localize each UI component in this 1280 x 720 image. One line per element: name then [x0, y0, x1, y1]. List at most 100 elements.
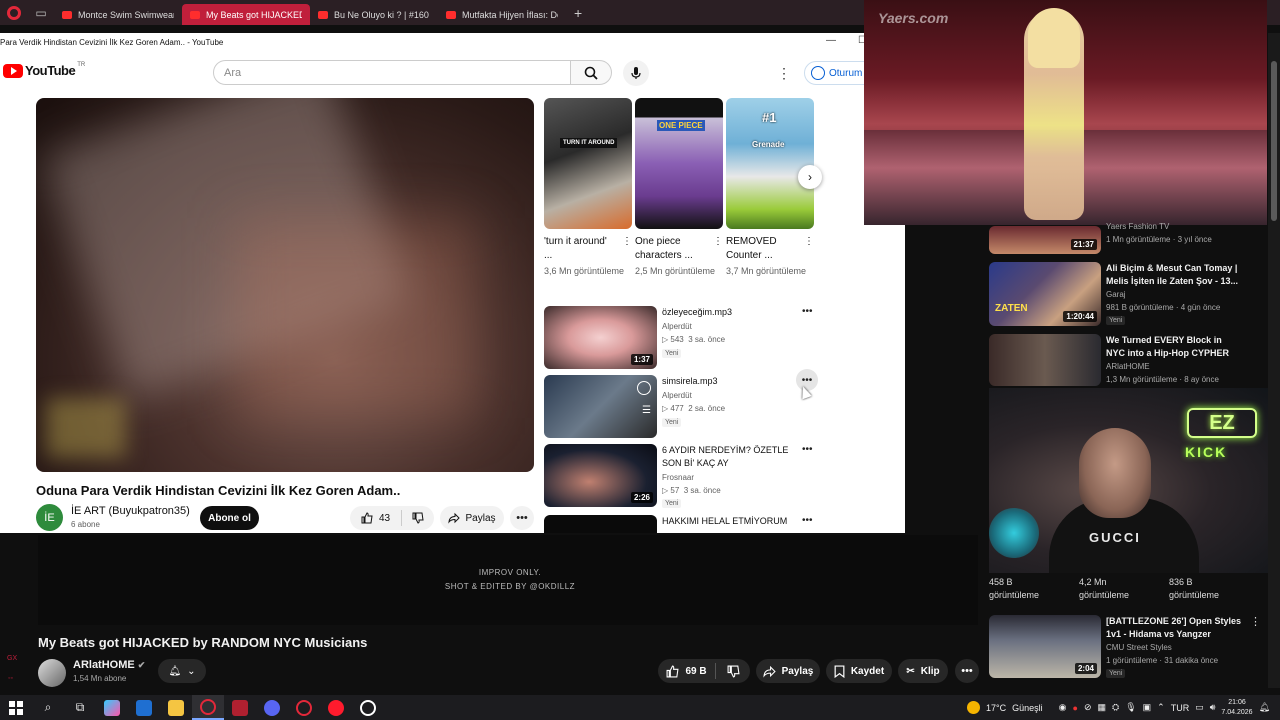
sidebar-channel[interactable]: ARlatHOME	[1106, 362, 1150, 371]
outer-like-button[interactable]: 69 B	[658, 663, 716, 679]
sidebar-channel[interactable]: CMU Street Styles	[1106, 643, 1172, 652]
tray-icon[interactable]: ▦	[1098, 702, 1107, 713]
sidebar-title[interactable]: We Turned EVERY Block in NYC into a Hip-…	[1106, 334, 1241, 360]
share-button[interactable]: Paylaş	[440, 506, 504, 530]
recommendation-item[interactable]: 1:37 özleyeceğim.mp3 Alperdüt ▷ 543 3 sa…	[544, 306, 814, 370]
scrollbar-thumb[interactable]	[1271, 61, 1277, 221]
add-to-queue-icon[interactable]: ☰	[642, 405, 651, 416]
sidebar-channel[interactable]: Garaj	[1106, 290, 1126, 299]
settings-more-icon[interactable]: ⋮	[777, 65, 792, 82]
short-card[interactable]: TURN IT AROUND 'turn it around' ... ⋮ 3,6…	[544, 98, 632, 278]
volume-icon[interactable]: 🔊︎	[1210, 702, 1216, 713]
outer-dislike-button[interactable]	[716, 665, 750, 678]
short-more-icon[interactable]: ⋮	[713, 235, 723, 249]
more-options-icon[interactable]: •••	[802, 444, 813, 455]
youtube-logo[interactable]: YouTube TR	[3, 62, 85, 78]
start-icon[interactable]	[0, 695, 32, 720]
channel-avatar[interactable]: İE	[36, 504, 63, 531]
video-thumbnail[interactable]: ZATEN 1:20:44	[989, 262, 1101, 326]
sidebar-channel[interactable]: Yaers Fashion TV	[1106, 222, 1169, 231]
opera-icon[interactable]	[288, 695, 320, 720]
voice-search-button[interactable]	[623, 60, 649, 86]
task-view-icon[interactable]: ⧉	[64, 695, 96, 720]
sidebar-title[interactable]: [BATTLEZONE 26'] Open Styles 1v1 - Hidam…	[1106, 615, 1241, 641]
network-icon[interactable]: ▭	[1195, 702, 1204, 713]
short-more-icon[interactable]: ⋮	[804, 235, 814, 249]
notification-bell-button[interactable]: 🔔︎ ⌄	[158, 659, 206, 683]
opera-gx-icon[interactable]	[192, 695, 224, 720]
weather-temp[interactable]: 17°C	[986, 703, 1006, 713]
video-thumbnail[interactable]: ☰	[544, 375, 657, 438]
short-card[interactable]: #1 Grenade REMOVED Counter ... ⋮ 3,7 Mn gö…	[726, 98, 814, 278]
recommendation-item[interactable]: 2:26 6 AYDIR NERDEYİM? ÖZETLE SON Bİ' KA…	[544, 444, 814, 508]
opera-sidebar-icon[interactable]: GX	[7, 655, 19, 662]
minimize-icon[interactable]: —	[826, 35, 836, 46]
opera-icon[interactable]	[320, 695, 352, 720]
mini-player-video[interactable]: Yaers.com	[864, 0, 1267, 225]
tray-icon[interactable]: ▣	[1143, 702, 1152, 713]
short-more-icon[interactable]: ⋮	[622, 235, 632, 249]
recommendation-item[interactable]: ☰ simsirela.mp3 Alperdüt ▷ 477 2 sa. önc…	[544, 369, 818, 439]
tab-3[interactable]: Bu Ne Oluyo ki ? | #160 - You	[310, 4, 438, 25]
tray-icon[interactable]: ⛭	[1112, 702, 1119, 713]
video-thumbnail[interactable]	[989, 334, 1101, 386]
like-button[interactable]: 43	[350, 510, 402, 526]
more-actions-button[interactable]: •••	[510, 506, 534, 530]
app-icon[interactable]	[224, 695, 256, 720]
recommendation-item[interactable]: HAKKIMI HELAL ETMİYORUM •••	[544, 515, 814, 533]
outer-channel-avatar[interactable]	[38, 659, 66, 687]
outer-channel-name[interactable]: ARlatHOME ✔	[73, 659, 145, 671]
tab-2-active[interactable]: My Beats got HIJACKED b	[182, 4, 310, 25]
short-thumbnail[interactable]: TURN IT AROUND	[544, 98, 632, 229]
opera-logo-icon[interactable]	[0, 0, 28, 25]
video-player[interactable]	[36, 98, 534, 472]
file-explorer-icon[interactable]	[160, 695, 192, 720]
more-options-icon[interactable]: ⋮	[1250, 615, 1261, 628]
clock[interactable]: 21:06 7.04.2026	[1221, 698, 1252, 718]
page-scrollbar[interactable]	[1268, 33, 1280, 688]
tray-icon[interactable]: ●	[1073, 703, 1078, 713]
recommendation-title[interactable]: HAKKIMI HELAL ETMİYORUM	[662, 515, 792, 528]
recommendation-title[interactable]: özleyeceğim.mp3	[662, 306, 792, 319]
language-indicator[interactable]: TUR	[1171, 703, 1190, 713]
opera-sidebar-icon[interactable]: ◦◦	[8, 675, 20, 682]
short-thumbnail[interactable]: #1 Grenade	[726, 98, 814, 229]
clip-button[interactable]: ✂ Klip	[898, 659, 948, 683]
notification-bell-icon[interactable]: 🔔︎	[1259, 702, 1270, 713]
short-card[interactable]: ONE PIECE One piece characters ... ⋮ 2,5 …	[635, 98, 723, 278]
tray-icon[interactable]: ⊘	[1084, 702, 1092, 713]
channel-name[interactable]: İE ART (Buyukpatron35)	[71, 505, 190, 517]
tab-workspace-icon[interactable]: ▭	[28, 0, 54, 25]
new-tab-button[interactable]: +	[566, 5, 590, 21]
mic-tray-icon[interactable]: 🎙︎	[1125, 702, 1136, 713]
sidebar-title[interactable]: Ali Biçim & Mesut Can Tomay | Melis İşit…	[1106, 262, 1241, 288]
shorts-next-button[interactable]: ›	[798, 165, 822, 189]
outer-share-button[interactable]: Paylaş	[756, 659, 820, 683]
recommendation-title[interactable]: 6 AYDIR NERDEYİM? ÖZETLE SON Bİ' KAÇ AY	[662, 444, 792, 470]
short-thumbnail[interactable]: ONE PIECE	[635, 98, 723, 229]
recommendation-title[interactable]: simsirela.mp3	[662, 375, 792, 388]
discord-tray-icon[interactable]: ◉	[1059, 702, 1067, 713]
recommendation-channel[interactable]: Alperdüt	[662, 391, 692, 400]
save-button[interactable]: Kaydet	[826, 659, 892, 683]
sidebar-video-item[interactable]: 2:04 [BATTLEZONE 26'] Open Styles 1v1 - …	[989, 615, 1261, 678]
recommendation-channel[interactable]: Alperdüt	[662, 322, 692, 331]
subscribe-button[interactable]: Abone ol	[200, 506, 259, 530]
video-thumbnail[interactable]: 1:37	[544, 306, 657, 369]
weather-label[interactable]: Güneşli	[1012, 703, 1043, 713]
search-button[interactable]	[570, 60, 612, 85]
weather-sun-icon[interactable]	[967, 701, 981, 714]
chevron-up-icon[interactable]: ⌃	[1157, 702, 1165, 713]
tab-4[interactable]: Mutfakta Hijyen İflası: Defa	[438, 4, 566, 25]
dislike-button[interactable]	[402, 512, 434, 524]
more-options-icon[interactable]: •••	[802, 515, 813, 526]
sidebar-video-item[interactable]: ZATEN 1:20:44 Ali Biçim & Mesut Can Toma…	[989, 262, 1259, 326]
app-icon[interactable]	[128, 695, 160, 720]
outer-more-actions-button[interactable]: •••	[955, 659, 979, 683]
watch-later-icon[interactable]	[637, 381, 651, 395]
video-thumbnail[interactable]: 2:26	[544, 444, 657, 507]
video-thumbnail[interactable]: 2:04	[989, 615, 1101, 678]
video-thumbnail[interactable]	[544, 515, 657, 533]
recommendation-channel[interactable]: Frosnaar	[662, 473, 694, 482]
video-thumbnail[interactable]: 21:37	[989, 226, 1101, 254]
